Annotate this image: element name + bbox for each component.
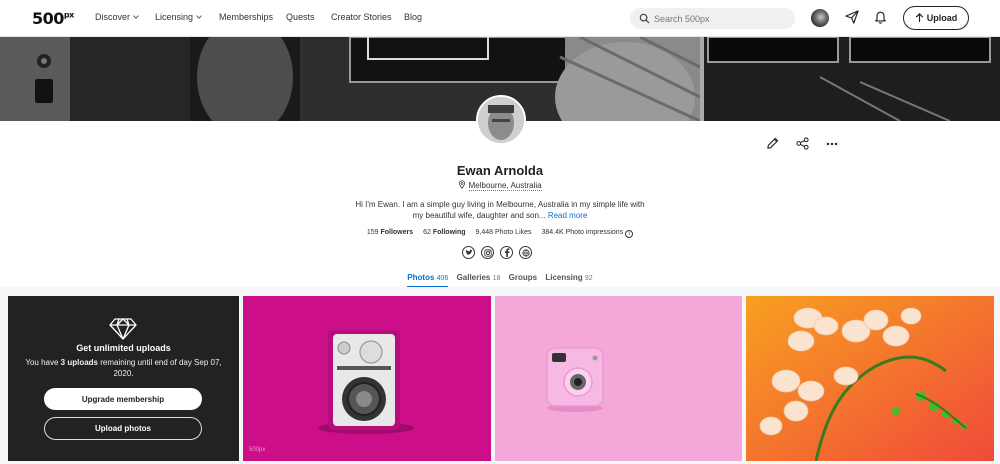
profile-location[interactable]: Melbourne, Australia <box>0 180 1000 191</box>
profile-avatar-image <box>478 97 524 143</box>
nav-creator-stories[interactable]: Creator Stories <box>331 12 392 22</box>
tab-photos-label: Photos <box>407 273 435 282</box>
top-navigation: 500px Discover Licensing Memberships Que… <box>0 0 1000 37</box>
nav-blog[interactable]: Blog <box>404 12 422 22</box>
following-stat[interactable]: 62 Following <box>423 229 465 236</box>
photo-thumbnail[interactable] <box>495 296 742 461</box>
followers-count: 159 <box>366 229 379 236</box>
photo-thumbnail[interactable]: 500px <box>243 296 491 461</box>
tab-galleries[interactable]: Galleries 18 <box>457 273 501 286</box>
upgrade-membership-button[interactable]: Upgrade membership <box>44 388 202 410</box>
user-avatar[interactable] <box>811 9 829 27</box>
upload-button-label: Upload <box>926 13 958 23</box>
photo-impressions-stat: 384.4K Photo impressions <box>541 229 624 236</box>
info-icon[interactable]: i <box>625 230 634 238</box>
nav-licensing-label: Licensing <box>155 12 194 22</box>
following-count: 62 <box>423 229 431 236</box>
facebook-icon[interactable] <box>500 246 513 259</box>
watermark: 500px <box>249 447 266 453</box>
upload-promo-card: Get unlimited uploads You have 3 uploads… <box>8 296 239 461</box>
photo-likes-stat: 9,448 Photo Likes <box>475 229 532 236</box>
profile-bio-text: Hi I'm Ewan. I am a simple guy living in… <box>355 200 645 220</box>
tab-groups[interactable]: Groups <box>509 273 537 286</box>
search-icon <box>639 13 650 24</box>
tab-photos[interactable]: Photos 406 <box>407 273 449 288</box>
nav-quests[interactable]: Quests <box>286 12 315 22</box>
radio-photo-image <box>243 296 491 461</box>
promo-title: Get unlimited uploads <box>76 343 171 353</box>
promo-text-start: You have <box>25 358 61 367</box>
profile-tabs: Photos 406 Galleries 18 Groups Licensing… <box>0 273 1000 288</box>
search-input[interactable] <box>654 11 789 26</box>
chevron-down-icon <box>133 13 139 19</box>
instagram-icon[interactable] <box>481 246 494 259</box>
bell-icon[interactable] <box>874 10 887 24</box>
upload-button[interactable]: Upload <box>903 6 969 30</box>
logo-text: 500 <box>32 9 64 28</box>
website-icon[interactable] <box>519 246 532 259</box>
logo-superscript: px <box>63 10 74 20</box>
nav-discover-label: Discover <box>95 12 131 22</box>
profile-avatar[interactable] <box>476 95 526 145</box>
arrow-up-icon <box>915 13 923 23</box>
orchid-photo-image <box>746 296 994 461</box>
profile-bio: Hi I'm Ewan. I am a simple guy living in… <box>350 199 650 221</box>
profile-location-label: Melbourne, Australia <box>468 181 542 191</box>
diamond-icon <box>109 318 137 340</box>
promo-text-end: remaining until end of day Sep 07, 2020. <box>98 358 222 378</box>
followers-label: Followers <box>380 229 414 236</box>
logo[interactable]: 500px <box>32 9 74 28</box>
chevron-down-icon <box>196 13 202 19</box>
tab-licensing-count: 92 <box>584 275 593 282</box>
search-bar[interactable] <box>630 8 795 29</box>
twitter-icon[interactable] <box>462 246 475 259</box>
edit-icon[interactable] <box>766 137 779 150</box>
nav-licensing[interactable]: Licensing <box>155 12 202 22</box>
tab-galleries-count: 18 <box>492 275 501 282</box>
nav-discover[interactable]: Discover <box>95 12 139 22</box>
profile-stats: 159 Followers 62 Following 9,448 Photo L… <box>0 229 1000 238</box>
promo-text: You have 3 uploads remaining until end o… <box>16 357 231 379</box>
share-icon[interactable] <box>796 137 809 150</box>
tab-galleries-label: Galleries <box>456 273 491 282</box>
promo-uploads-remaining: 3 uploads <box>60 358 98 367</box>
more-options-icon[interactable] <box>826 137 838 150</box>
following-label: Following <box>432 229 466 236</box>
nav-memberships[interactable]: Memberships <box>219 12 273 22</box>
tab-licensing[interactable]: Licensing 92 <box>545 273 592 286</box>
location-pin-icon <box>459 180 466 189</box>
upload-photos-button[interactable]: Upload photos <box>44 417 202 440</box>
profile-name: Ewan Arnolda <box>456 163 544 178</box>
followers-stat[interactable]: 159 Followers <box>367 229 413 236</box>
tab-groups-label: Groups <box>508 273 538 282</box>
photo-thumbnail[interactable] <box>746 296 994 461</box>
send-icon[interactable] <box>845 10 859 24</box>
social-links <box>462 246 532 259</box>
tab-photos-count: 406 <box>436 275 449 282</box>
camera-photo-image <box>495 296 742 461</box>
read-more-link[interactable]: Read more <box>548 211 588 220</box>
tab-licensing-label: Licensing <box>545 273 583 282</box>
